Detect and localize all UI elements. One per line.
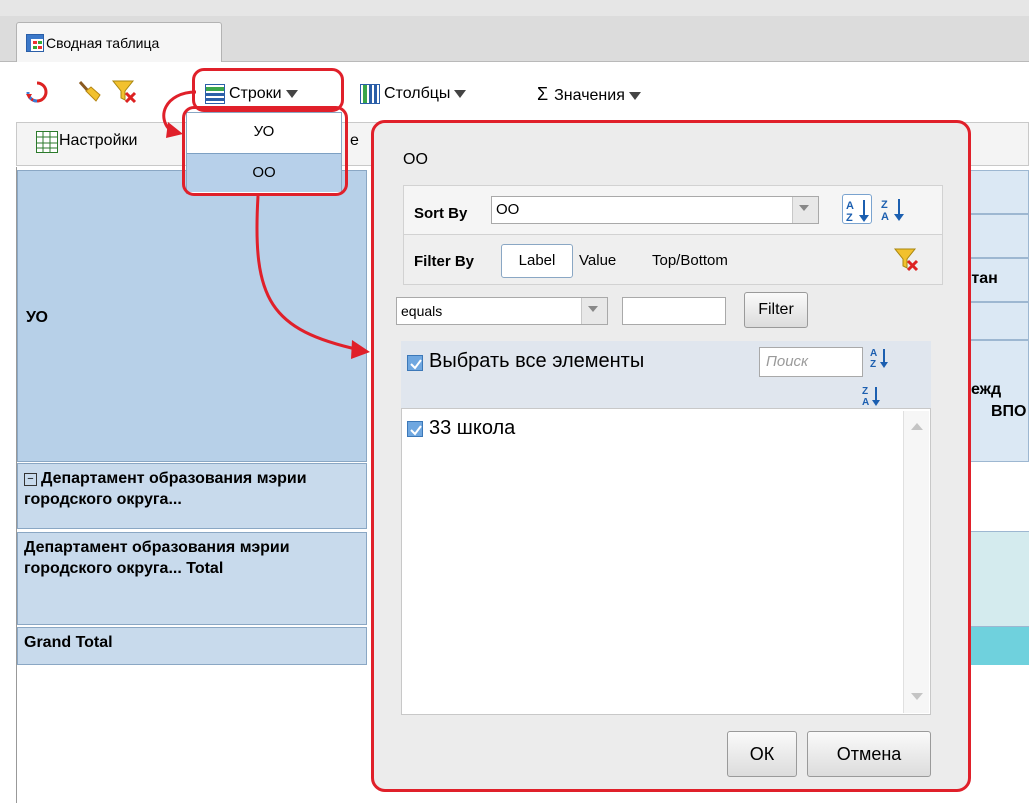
annotation-arrows [162, 90, 370, 359]
